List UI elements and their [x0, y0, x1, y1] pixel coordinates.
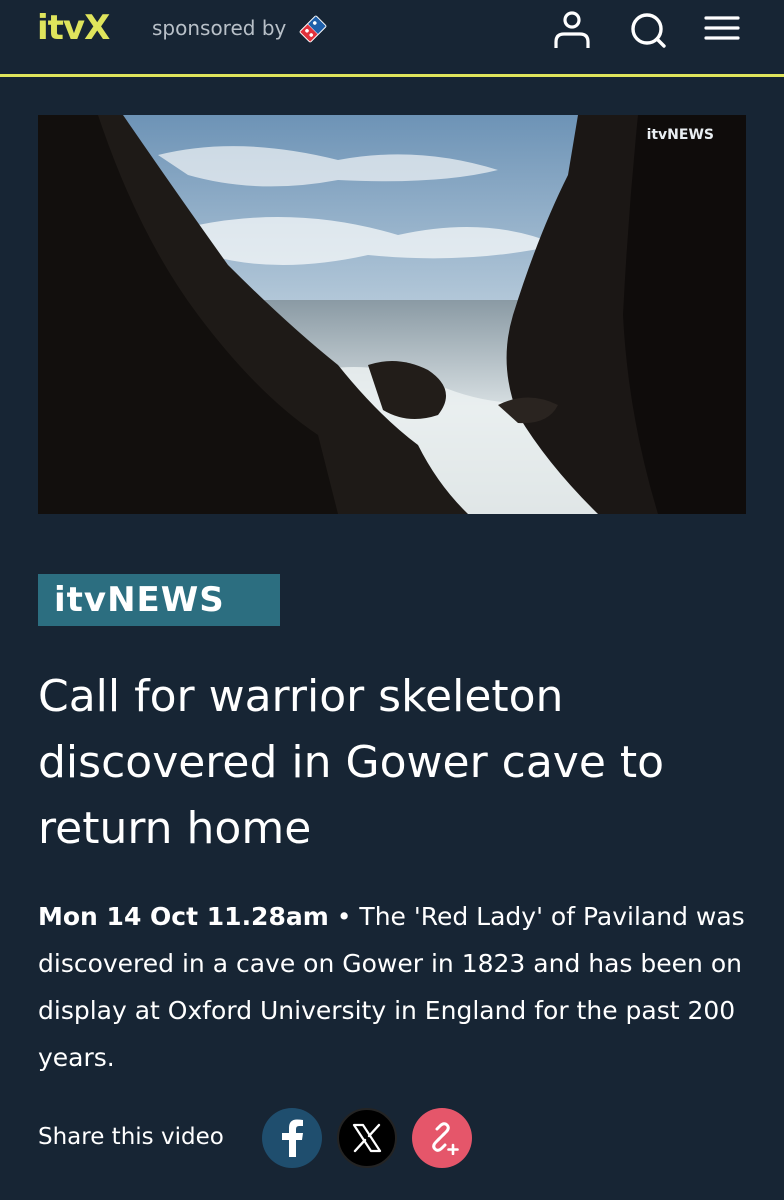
search-icon[interactable]	[628, 8, 668, 50]
video-player[interactable]: itvNEWS	[38, 115, 746, 514]
publish-date: Mon 14 Oct 11.28am	[38, 902, 329, 931]
facebook-share-button[interactable]	[262, 1108, 322, 1168]
share-label: Share this video	[38, 1124, 224, 1150]
article-headline: Call for warrior skeleton discovered in …	[38, 671, 665, 854]
dominos-icon	[299, 15, 327, 43]
article-summary: Mon 14 Oct 11.28am • The 'Red Lady' of P…	[38, 893, 748, 1081]
copy-link-button[interactable]	[412, 1108, 472, 1168]
menu-icon[interactable]	[702, 8, 742, 50]
itv-news-watermark: itvNEWS	[646, 127, 714, 143]
account-icon[interactable]	[552, 8, 592, 50]
itvx-logo[interactable]: itvX	[37, 8, 110, 48]
share-bar: Share this video	[38, 1108, 758, 1168]
x-share-button[interactable]	[337, 1108, 397, 1168]
date-separator: •	[328, 902, 360, 931]
top-navigation-bar: itvX sponsored by	[0, 0, 784, 77]
video-thumbnail	[38, 115, 746, 514]
copy-link-icon	[432, 1122, 459, 1155]
itv-news-logo-text: itvNEWS	[54, 580, 225, 620]
facebook-icon	[282, 1119, 303, 1157]
x-icon	[352, 1123, 382, 1153]
sponsored-by-label: sponsored by	[152, 16, 287, 40]
itv-news-logo[interactable]: itvNEWS	[38, 574, 280, 626]
